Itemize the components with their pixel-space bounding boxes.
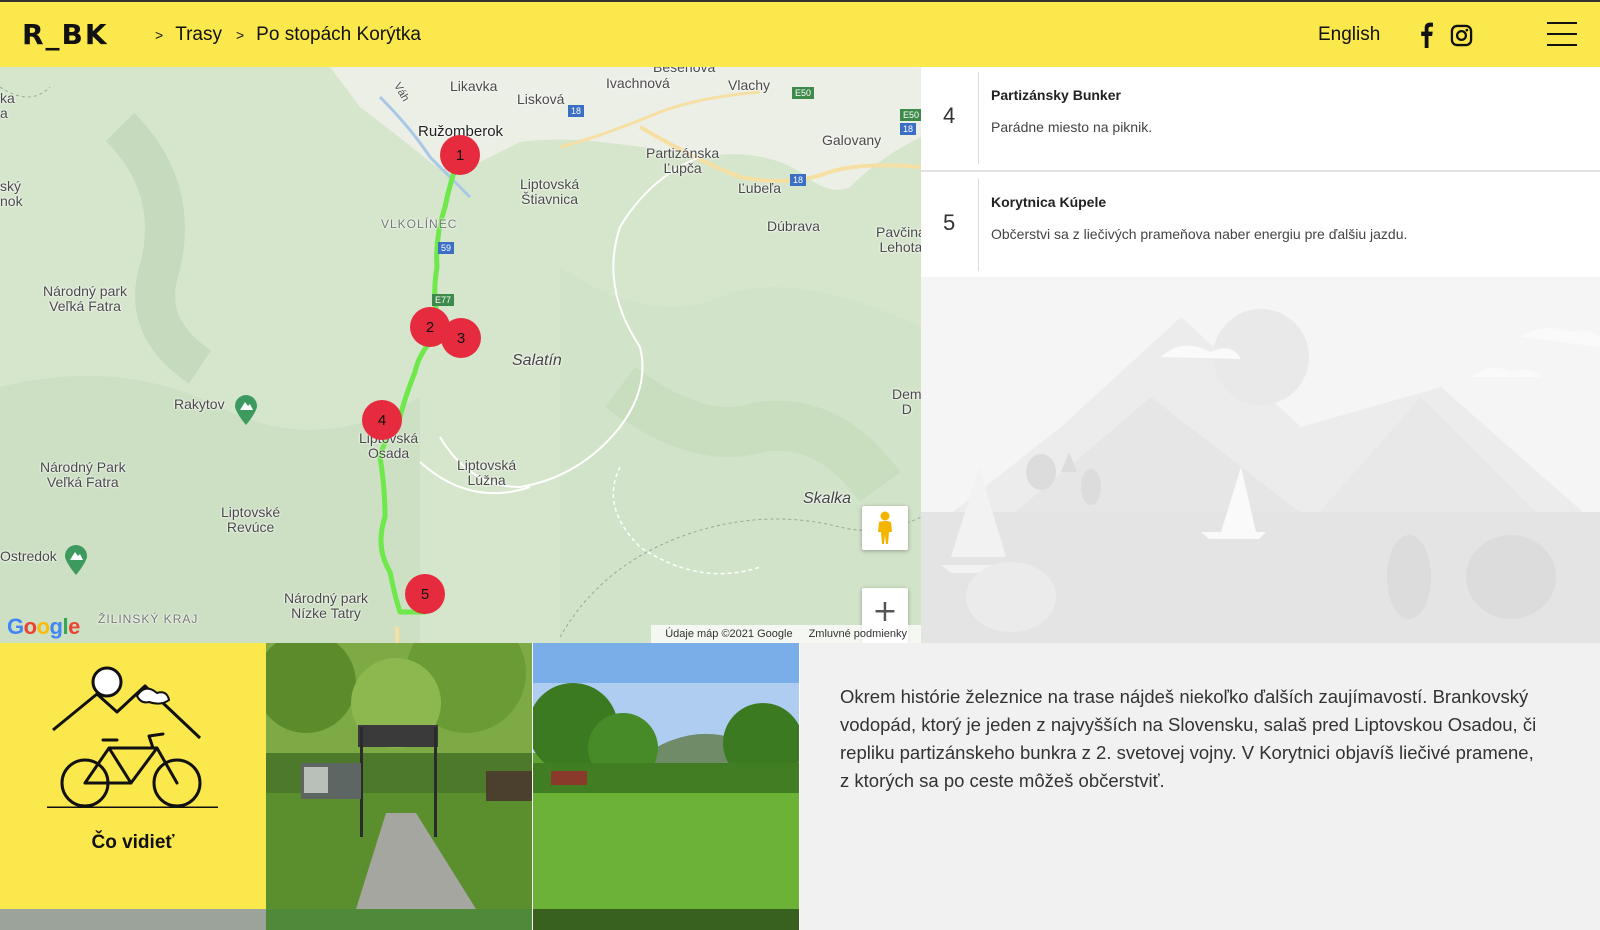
language-switch[interactable]: English [1318, 24, 1380, 46]
route-description: Okrem histórie železnice na trase nájdeš… [840, 686, 1537, 791]
place-np-velka-fatra: Národný park Veľká Fatra [43, 283, 128, 314]
place-zilinsky-kraj: ŽILINSKÝ KRAJ [98, 612, 199, 626]
route-marker-5[interactable]: 5 [405, 574, 445, 614]
route-marker-1[interactable]: 1 [440, 135, 480, 175]
stop-name: Partizánsky Bunker [991, 87, 1121, 103]
route-photo-meadow[interactable] [533, 643, 799, 909]
landscape-illustration [921, 277, 1600, 643]
road-shield: 59 [438, 242, 455, 254]
instagram-icon[interactable] [1450, 24, 1473, 47]
road-shield: 18 [900, 123, 917, 135]
place-liptovska-luzna: Liptovská Lúžna [457, 457, 517, 488]
place-liptovska-stiavnica: Liptovská Štiavnica [520, 176, 580, 207]
stop-description: Parádne miesto na piknik. [991, 119, 1153, 135]
place-sky-nok: ský nok [0, 178, 23, 209]
park-pin-icon [65, 545, 87, 575]
breadcrumb: > Trasy > Po stopách Korýtka [155, 24, 435, 46]
place-likavka: Likavka [450, 78, 498, 94]
stop-number: 5 [943, 210, 956, 235]
facebook-icon[interactable] [1418, 22, 1434, 48]
breadcrumb-item-current: Po stopách Korýtka [256, 24, 421, 45]
place-dubrava: Dúbrava [767, 218, 820, 234]
map-terms-link[interactable]: Zmluvné podmienky [809, 628, 907, 640]
place-ka-a: ka a [0, 90, 15, 121]
place-liskova: Lisková [517, 91, 565, 107]
road-shield: E50 [900, 109, 921, 121]
breadcrumb-separator: > [155, 27, 164, 43]
place-np-nizke-tatry: Národný park Nízke Tatry [284, 590, 369, 621]
place-skalka: Skalka [803, 490, 852, 507]
place-dem: Dem D [892, 386, 921, 417]
google-logo[interactable]: Google [7, 614, 80, 640]
what-to-see-card[interactable]: Čo vidieť [0, 643, 266, 909]
place-np-velka-fatra-2: Národný Park Veľká Fatra [40, 459, 126, 490]
place-salatin: Salatín [512, 352, 562, 369]
list-item[interactable]: 5 Korytnica Kúpele Občerstvi sa z liečiv… [921, 174, 1600, 279]
place-liptovske-revuce: Liptovské Revúce [221, 504, 281, 535]
route-photo-trail-sign[interactable] [266, 643, 532, 909]
stops-list: 4 Partizánsky Bunker Parádne miesto na p… [921, 67, 1600, 279]
route-photo-strip[interactable] [0, 909, 266, 930]
road-shield: E50 [792, 87, 815, 99]
road-shield: 18 [790, 174, 807, 186]
stop-description: Občerstvi sa z liečivých prameňova naber… [991, 226, 1408, 242]
hamburger-menu-icon[interactable] [1547, 22, 1577, 46]
site-header: R_BK > Trasy > Po stopách Korýtka Englis… [0, 0, 1600, 67]
route-marker-4[interactable]: 4 [362, 400, 402, 440]
place-rakytov: Rakytov [174, 396, 225, 412]
road-shield: 18 [568, 105, 585, 117]
place-ostredok: Ostredok [0, 548, 57, 564]
place-besenova: Bešeňová [653, 67, 716, 75]
street-view-pegman-icon[interactable] [862, 506, 908, 550]
logo[interactable]: R_BK [22, 18, 109, 51]
route-photo-strip[interactable] [533, 909, 799, 930]
road-shield: E77 [432, 294, 455, 306]
stop-number: 4 [943, 103, 956, 128]
place-vlachy: Vlachy [728, 77, 771, 93]
mountain-bicycle-icon [47, 666, 218, 808]
map-attribution-bar: Údaje máp ©2021 Google Zmluvné podmienky [651, 625, 921, 643]
breadcrumb-item-trasy[interactable]: Trasy [175, 24, 222, 46]
what-to-see-label: Čo vidieť [91, 832, 175, 853]
route-marker-3[interactable]: 3 [441, 318, 481, 358]
park-pin-icon [235, 395, 257, 425]
list-item[interactable]: 4 Partizánsky Bunker Parádne miesto na p… [921, 67, 1600, 172]
stop-name: Korytnica Kúpele [991, 194, 1107, 210]
place-lubela: Ľubeľa [738, 180, 782, 196]
place-pavcina-lehota: Pavčina Lehota [876, 224, 921, 255]
place-galovany: Galovany [822, 132, 882, 148]
place-vlkolinec: VLKOLÍNEC [381, 217, 458, 231]
place-ivachnova: Ivachnová [606, 75, 670, 91]
description-panel: Okrem histórie železnice na trase nájdeš… [800, 643, 1600, 930]
breadcrumb-separator: > [235, 27, 245, 43]
place-partizanska-lupca: Partizánska Ľupča [646, 145, 720, 176]
map-attribution: Údaje máp ©2021 Google [665, 628, 793, 640]
route-map[interactable]: Bešeňová Likavka Lisková Ivachnová Vlach… [0, 67, 921, 643]
route-photo-strip[interactable] [266, 909, 532, 930]
